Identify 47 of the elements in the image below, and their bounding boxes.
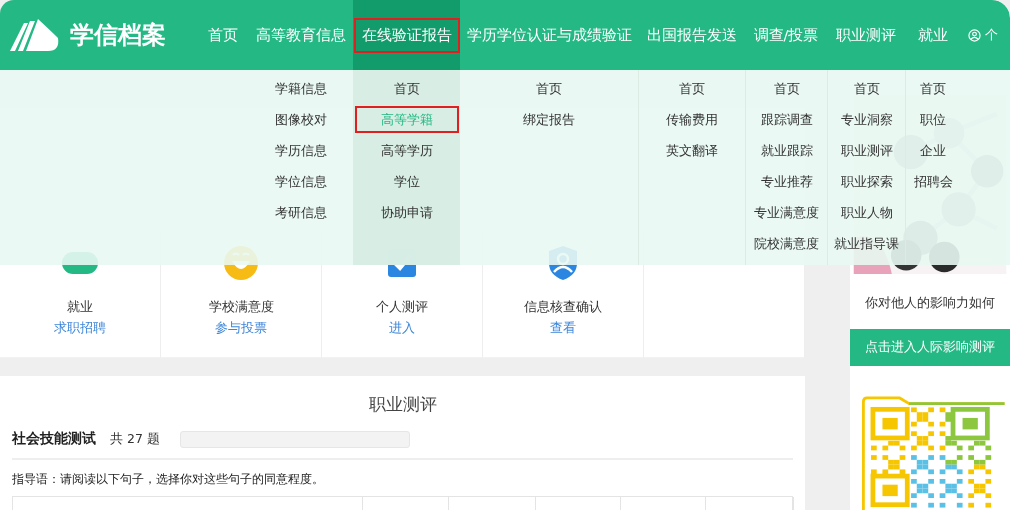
promo-caption: 你对他人的影响力如何	[864, 294, 996, 313]
menu-item[interactable]: 就业指导课	[832, 230, 901, 257]
menu-item[interactable]: 专业推荐	[758, 168, 815, 195]
menu-item[interactable]: 职业测评	[838, 137, 895, 164]
menu-item[interactable]: 就业跟踪	[758, 137, 815, 164]
menu-item[interactable]: 职业人物	[838, 199, 895, 226]
menu-item[interactable]: 院校满意度	[752, 230, 821, 257]
menu-item[interactable]: 首页	[391, 75, 422, 102]
logo-text: 学信档案	[70, 20, 166, 51]
card-link[interactable]: 求职招聘	[54, 317, 106, 339]
nav-item[interactable]: 在线验证报告	[353, 0, 460, 70]
menu-item[interactable]: 专业满意度	[752, 199, 821, 226]
card-link[interactable]: 参与投票	[215, 317, 267, 339]
menu-item[interactable]: 协助申请	[378, 199, 435, 226]
instruction-text: 指导语：请阅读以下句子，选择你对这些句子的同意程度。	[12, 471, 325, 488]
menu-item[interactable]: 学位信息	[272, 168, 329, 195]
menu-item[interactable]: 首页	[677, 75, 707, 102]
menu-item[interactable]: 考研信息	[272, 199, 329, 226]
menu-item[interactable]: 跟踪调查	[758, 106, 815, 133]
logo-icon	[8, 18, 60, 52]
menu-item[interactable]: 首页	[771, 75, 802, 102]
menu-item[interactable]: 职位	[918, 106, 948, 133]
menu-item[interactable]: 传输费用	[664, 106, 720, 133]
menu-item[interactable]: 高等学历	[378, 137, 435, 164]
menu-item[interactable]: 学历信息	[272, 137, 329, 164]
menu-item[interactable]: 图像校对	[272, 106, 329, 133]
menu-item[interactable]: 职业探索	[838, 168, 895, 195]
test-name: 社会技能测试	[12, 430, 96, 448]
menu-item[interactable]: 学籍信息	[272, 75, 329, 102]
card-link[interactable]: 查看	[550, 317, 576, 339]
card-title: 个人测评	[376, 298, 428, 316]
menu-item[interactable]: 绑定报告	[521, 106, 577, 133]
question-count: 共 27 题	[110, 430, 160, 448]
card-title: 学校满意度	[208, 298, 274, 316]
card-link[interactable]: 进入	[389, 317, 415, 339]
menu-item[interactable]: 学位	[391, 168, 422, 195]
card-title: 信息核查确认	[524, 298, 602, 316]
card-title: 就业	[67, 298, 93, 316]
user-icon	[968, 28, 981, 42]
menu-item[interactable]: 首页	[851, 75, 882, 102]
menu-item[interactable]: 专业洞察	[838, 106, 895, 133]
section-title: 职业测评	[367, 393, 438, 416]
menu-item[interactable]: 首页	[918, 75, 948, 102]
menu-item[interactable]: 企业	[918, 137, 948, 164]
menu-item[interactable]: 招聘会	[911, 168, 955, 195]
menu-item[interactable]: 首页	[534, 75, 564, 102]
menu-item[interactable]: 英文翻译	[664, 137, 720, 164]
